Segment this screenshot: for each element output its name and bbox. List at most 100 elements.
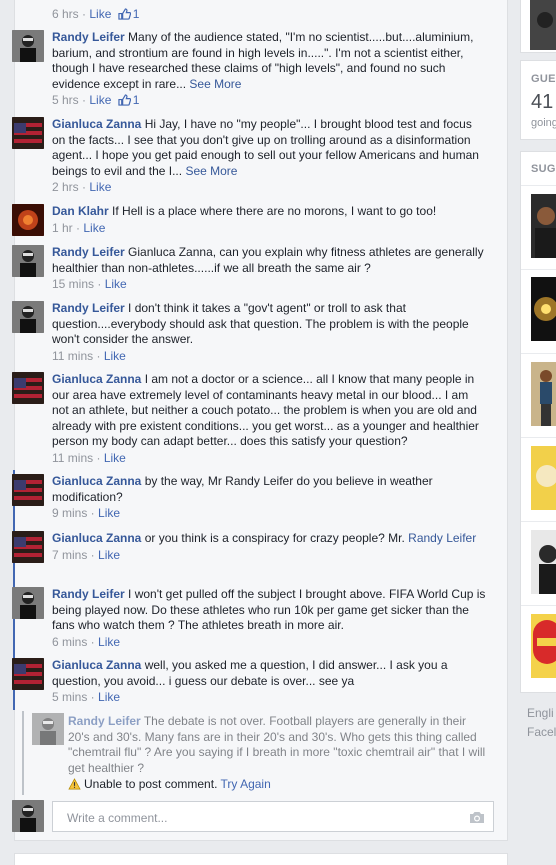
divider — [521, 269, 556, 270]
suggested-image — [534, 297, 556, 321]
gianluca-avatar-image — [12, 372, 44, 404]
comment-author[interactable]: Randy Leifer — [52, 587, 125, 601]
avatar[interactable] — [12, 30, 44, 62]
warning-icon — [68, 778, 81, 790]
comment-author[interactable]: Gianluca Zanna — [52, 117, 141, 131]
camera-icon[interactable] — [469, 810, 485, 824]
comment-meta: 2 hrs · Like — [52, 180, 112, 194]
gianluca-avatar-image — [12, 474, 44, 506]
comment-input[interactable]: Write a comment... — [52, 801, 494, 832]
comment-author[interactable]: Randy Leifer — [52, 301, 125, 315]
avatar[interactable] — [12, 204, 44, 236]
like-link[interactable]: Like — [98, 548, 120, 562]
like-link[interactable]: Like — [104, 349, 126, 363]
like-link[interactable]: Like — [89, 93, 111, 107]
guests-label: GUES — [531, 73, 556, 85]
gianluca-avatar-image — [12, 117, 44, 149]
avatar[interactable] — [12, 372, 44, 404]
avatar[interactable] — [12, 658, 44, 690]
avatar — [12, 800, 44, 832]
suggested-label: SUGG — [531, 163, 556, 175]
write-comment-row: Write a comment... — [12, 800, 494, 834]
comment-text: If Hell is a place where there are no mo… — [112, 204, 437, 218]
like-link[interactable]: Like — [98, 635, 120, 649]
avatar[interactable] — [12, 474, 44, 506]
randy-avatar-image — [32, 713, 64, 745]
next-post-card — [14, 853, 508, 865]
event-photo-card — [520, 0, 556, 53]
thumbs-up-icon — [118, 94, 131, 106]
like-link[interactable]: Like — [89, 180, 111, 194]
going-label: going — [531, 117, 556, 129]
suggested-image — [536, 465, 556, 487]
post-error: Unable to post comment. Try Again — [68, 777, 271, 791]
comment-author[interactable]: Randy Leifer — [52, 245, 125, 259]
comment-meta: 15 mins · Like — [52, 277, 127, 291]
suggested-thumb[interactable] — [531, 446, 556, 510]
pending-reply: Randy Leifer The debate is not over. Foo… — [22, 711, 486, 795]
comment-meta: 11 mins · Like — [52, 450, 126, 465]
gianluca-avatar-image — [12, 531, 44, 563]
randy-avatar-image — [12, 30, 44, 62]
avatar[interactable] — [12, 117, 44, 149]
suggested-thumb[interactable] — [531, 614, 556, 678]
comment-author[interactable]: Gianluca Zanna — [52, 531, 141, 545]
comment-meta: 9 mins · Like — [52, 506, 121, 520]
comment-author[interactable]: Gianluca Zanna — [52, 372, 141, 386]
divider — [521, 521, 556, 522]
suggested-image — [539, 545, 556, 594]
suggested-thumb[interactable] — [531, 362, 556, 426]
comment-text: or you think is a conspiracy for crazy p… — [144, 531, 405, 545]
guests-card: GUES 41 going — [520, 60, 556, 140]
divider — [521, 353, 556, 354]
avatar[interactable] — [12, 587, 44, 619]
footer-language[interactable]: Engli — [527, 706, 554, 720]
comment-author[interactable]: Randy Leifer — [52, 30, 125, 44]
comment-meta: 1 hr · Like — [52, 220, 106, 235]
avatar[interactable] — [12, 245, 44, 277]
suggested-thumb[interactable] — [531, 194, 556, 258]
guests-count[interactable]: 41 — [531, 91, 553, 114]
event-photo — [530, 0, 556, 50]
avatar[interactable] — [12, 531, 44, 563]
comment-meta: 7 mins · Like — [52, 547, 121, 562]
like-link[interactable]: Like — [104, 451, 126, 465]
comment-meta: 5 hrs · Like 1 — [52, 93, 140, 107]
dan-avatar-image — [12, 204, 44, 236]
like-link[interactable]: Like — [89, 7, 111, 21]
comment-author[interactable]: Gianluca Zanna — [52, 658, 141, 672]
like-link[interactable]: Like — [98, 506, 120, 520]
randy-avatar-image — [12, 301, 44, 333]
divider — [521, 185, 556, 186]
gianluca-avatar-image — [12, 658, 44, 690]
comment-meta: 5 mins · Like — [52, 690, 121, 704]
suggested-image — [535, 207, 556, 258]
see-more-link[interactable]: See More — [185, 164, 237, 178]
suggested-thumb[interactable] — [531, 530, 556, 594]
comment-meta: 6 mins · Like — [52, 634, 121, 649]
top-comment-meta: 6 hrs · Like 1 — [52, 7, 140, 21]
like-link[interactable]: Like — [98, 690, 120, 704]
like-link[interactable]: Like — [105, 277, 127, 291]
comment-meta: 11 mins · Like — [52, 348, 126, 363]
comment-author[interactable]: Dan Klahr — [52, 204, 109, 218]
divider — [521, 605, 556, 606]
comment-author[interactable]: Gianluca Zanna — [52, 474, 141, 488]
like-link[interactable]: Like — [83, 221, 105, 235]
suggested-thumb[interactable] — [531, 277, 556, 341]
mention-link[interactable]: Randy Leifer — [408, 531, 476, 545]
suggested-card: SUGG — [520, 151, 556, 693]
suggested-image — [540, 370, 552, 426]
thumbs-up-icon — [118, 8, 131, 20]
randy-avatar-image — [12, 245, 44, 277]
see-more-link[interactable]: See More — [189, 77, 241, 91]
avatar — [32, 713, 64, 745]
try-again-link[interactable]: Try Again — [221, 777, 271, 791]
avatar[interactable] — [12, 301, 44, 333]
footer-facebook[interactable]: Facel — [527, 725, 556, 739]
comment-author: Randy Leifer — [68, 714, 141, 728]
suggested-image — [533, 620, 556, 664]
randy-avatar-image — [12, 587, 44, 619]
randy-avatar-image — [12, 800, 44, 832]
divider — [521, 437, 556, 438]
